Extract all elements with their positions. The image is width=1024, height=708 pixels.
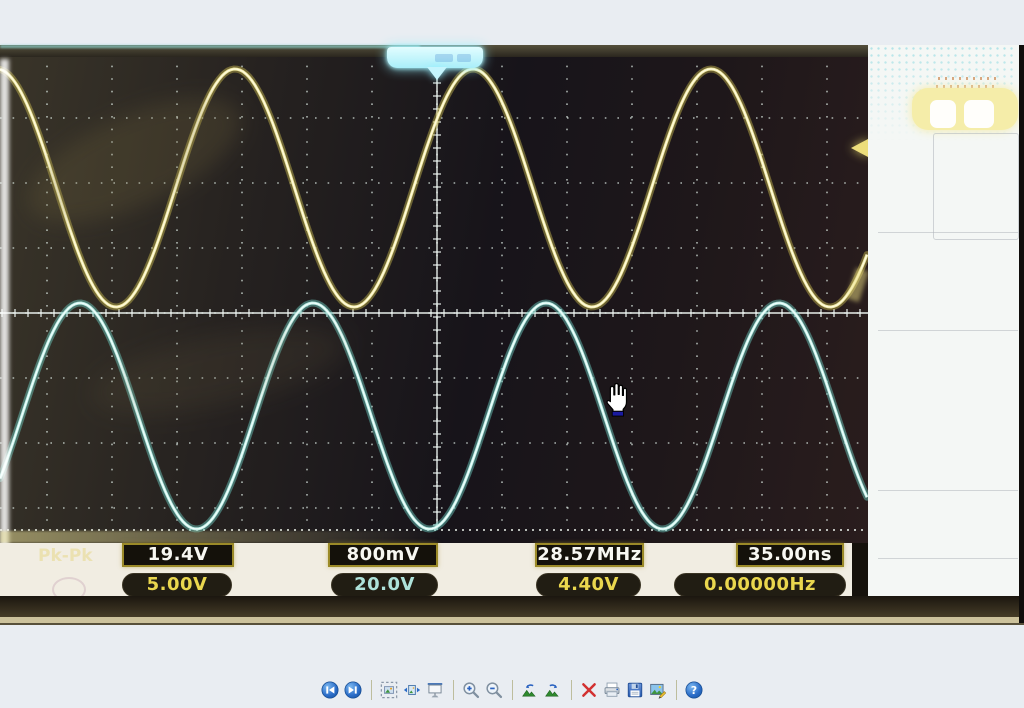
rotate-clockwise-icon — [544, 681, 562, 699]
zoom-in-icon — [462, 681, 480, 699]
washed-menu-divider — [878, 330, 1018, 331]
photo-left-glare — [0, 59, 9, 559]
washed-menu-glyph — [964, 100, 994, 128]
trigger-badge-text-smudge — [457, 54, 471, 62]
next-image-icon — [344, 681, 362, 699]
measurement-frequency: 28.57MHz — [535, 543, 644, 567]
measurement-pkpk: 19.4V — [122, 543, 234, 567]
delete-button[interactable] — [579, 679, 600, 701]
trigger-marker-badge — [387, 47, 483, 68]
scope-case-bottom-edge — [0, 617, 1024, 625]
photo-bottom-glare — [0, 531, 440, 543]
rotate-counterclockwise-icon — [521, 681, 539, 699]
scope-readout-panel: Pk-Pk 19.4V 800mV 28.57MHz 35.00ns 5.00V… — [0, 543, 852, 598]
washed-menu-button — [912, 88, 1018, 130]
frequency-counter-readout: 0.00000Hz — [674, 573, 846, 597]
toolbar-separator — [512, 680, 513, 700]
svg-text:?: ? — [691, 684, 697, 697]
next-image-button[interactable] — [343, 679, 364, 701]
zoom-out-button[interactable] — [484, 679, 505, 701]
trigger-badge-text-smudge — [435, 54, 453, 62]
measurement-period: 35.00ns — [736, 543, 844, 567]
washed-menu-text — [938, 77, 998, 80]
trigger-position-pointer-icon — [427, 67, 447, 80]
help-button[interactable]: ? — [684, 679, 705, 701]
photo-right-border — [1019, 45, 1024, 623]
ch1-scale-readout: 5.00V — [122, 573, 232, 597]
pkpk-label: Pk-Pk — [38, 546, 93, 566]
right-edge-marker-arrow-icon — [851, 139, 868, 157]
zoom-in-button[interactable] — [461, 679, 482, 701]
toolbar-separator — [371, 680, 372, 700]
previous-image-icon — [321, 681, 339, 699]
overexposed-menu-area — [868, 45, 1019, 598]
best-fit-button[interactable] — [379, 679, 400, 701]
scope-screen — [0, 45, 868, 543]
washed-menu-divider — [878, 490, 1018, 491]
picture-viewer-window: Pk-Pk 19.4V 800mV 28.57MHz 35.00ns 5.00V… — [0, 0, 1024, 708]
screen-top-cyan-glare — [0, 45, 420, 48]
previous-image-button[interactable] — [320, 679, 341, 701]
best-fit-icon — [380, 681, 398, 699]
edit-image-button[interactable] — [648, 679, 669, 701]
save-icon — [626, 681, 644, 699]
actual-size-button[interactable] — [402, 679, 423, 701]
viewer-toolbar: ? — [0, 676, 1024, 704]
print-button[interactable] — [602, 679, 623, 701]
save-button[interactable] — [625, 679, 646, 701]
edit-image-icon — [649, 681, 667, 699]
toolbar-separator — [676, 680, 677, 700]
print-icon — [603, 681, 621, 699]
rotate-counterclockwise-button[interactable] — [520, 679, 541, 701]
actual-size-icon — [403, 681, 421, 699]
trigger-level-readout: 4.40V — [536, 573, 641, 597]
toolbar-separator — [453, 680, 454, 700]
screen-right-bezel — [852, 543, 868, 598]
slideshow-button[interactable] — [425, 679, 446, 701]
delete-icon — [580, 681, 598, 699]
rotate-clockwise-button[interactable] — [543, 679, 564, 701]
slideshow-icon — [426, 681, 444, 699]
washed-menu-box — [933, 133, 1019, 240]
washed-menu-divider — [878, 232, 1018, 233]
washed-menu-glyph — [930, 100, 956, 128]
washed-menu-divider — [878, 558, 1018, 559]
zoom-out-icon — [485, 681, 503, 699]
measurement-ch2: 800mV — [328, 543, 438, 567]
toolbar-separator — [571, 680, 572, 700]
scope-case-shadow-band — [0, 596, 1024, 617]
ch2-scale-readout: 20.0V — [331, 573, 438, 597]
oscilloscope-photo[interactable]: Pk-Pk 19.4V 800mV 28.57MHz 35.00ns 5.00V… — [0, 45, 1024, 625]
help-icon: ? — [685, 681, 703, 699]
